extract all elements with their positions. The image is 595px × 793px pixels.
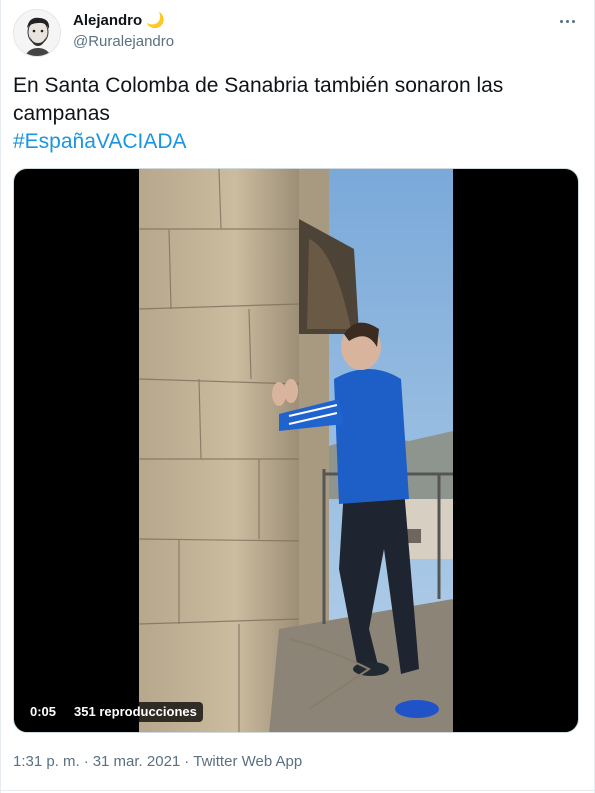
tweet-card: Alejandro 🌙 @Ruralejandro En Santa Colom… <box>0 0 595 793</box>
moon-emoji-icon: 🌙 <box>146 12 165 29</box>
avatar[interactable] <box>13 9 61 57</box>
divider <box>1 790 594 791</box>
tweet-header: Alejandro 🌙 @Ruralejandro <box>13 9 582 57</box>
author-display-name[interactable]: Alejandro 🌙 <box>73 11 165 31</box>
tweet-body: En Santa Colomba de Sanabria también son… <box>13 74 504 125</box>
tweet-meta: 1:31 p. m. · 31 mar. 2021 · Twitter Web … <box>13 752 302 772</box>
tweet-date-link[interactable]: 31 mar. 2021 <box>93 752 181 772</box>
author-info: Alejandro 🌙 @Ruralejandro <box>73 11 174 52</box>
author-handle[interactable]: @Ruralejandro <box>73 32 174 52</box>
tweet-text: En Santa Colomba de Sanabria también son… <box>13 72 573 156</box>
video-time: 0:05 <box>24 702 63 722</box>
author-name-text[interactable]: Alejandro <box>73 11 142 31</box>
meta-separator: · <box>83 753 89 770</box>
video-views: 351 reproducciones <box>68 702 203 722</box>
tweet-source-link[interactable]: Twitter Web App <box>193 752 302 772</box>
video-player[interactable]: 0:05 351 reproducciones <box>13 168 579 733</box>
video-frame[interactable] <box>139 169 453 732</box>
tweet-time-link[interactable]: 1:31 p. m. <box>13 752 80 772</box>
video-thumbnail-icon <box>139 169 453 732</box>
more-dots-icon[interactable] <box>554 11 580 31</box>
avatar-illustration-icon <box>14 10 60 56</box>
video-info: 0:05 351 reproducciones <box>24 702 203 722</box>
hashtag-link[interactable]: #EspañaVACIADA <box>13 128 573 156</box>
meta-separator: · <box>184 753 190 770</box>
